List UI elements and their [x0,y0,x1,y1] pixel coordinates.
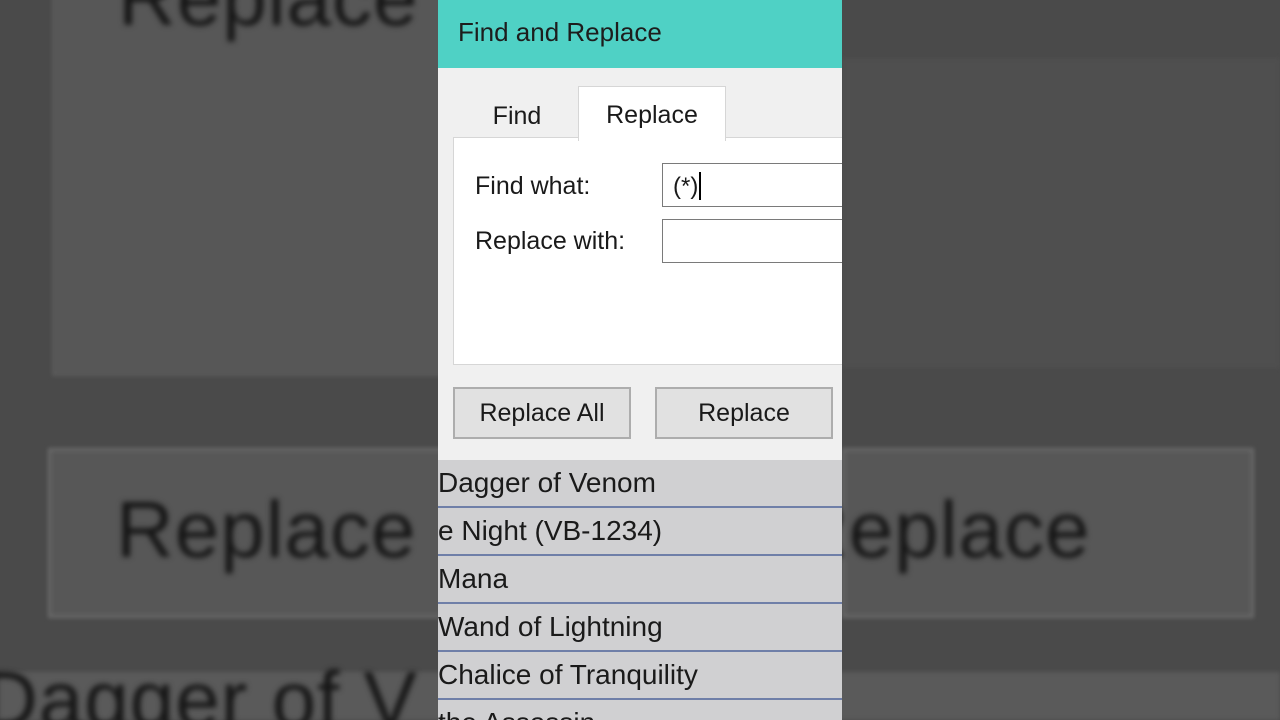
replace-all-button[interactable]: Replace All [453,387,631,439]
background-ghost-text-top: Replace [118,0,419,44]
tab-find[interactable]: Find [456,90,579,138]
replace-tab-panel: Find what: (*) Replace with: [453,137,842,365]
list-item[interactable]: Mana [438,556,842,604]
find-what-value: (*) [673,173,699,200]
tab-replace[interactable]: Replace [578,86,726,141]
replace-label: Replace [698,399,790,427]
tab-replace-label: Replace [606,101,698,129]
tab-strip: Find Replace [438,68,842,141]
list-item[interactable]: Dagger of Venom [438,460,842,508]
list-item-text: Wand of Lightning [438,611,663,642]
background-panel [52,0,456,376]
find-what-input[interactable]: (*) [662,163,842,207]
list-item[interactable]: the Assassin [438,700,842,720]
list-item[interactable]: Wand of Lightning [438,604,842,652]
list-item-text: Dagger of Venom [438,467,656,498]
list-item[interactable]: e Night (VB-1234) [438,508,842,556]
list-item-text: Chalice of Tranquility [438,659,698,690]
item-list: Dagger of Venom e Night (VB-1234) Mana W… [438,460,842,720]
find-what-label: Find what: [475,172,591,200]
replace-button[interactable]: Replace [655,387,833,439]
replace-all-label: Replace All [479,399,605,427]
text-caret [699,171,702,200]
background-panel-right [842,58,1280,368]
list-item-text: the Assassin [438,707,595,720]
list-item-text: Mana [438,563,509,594]
list-item[interactable]: Chalice of Tranquility [438,652,842,700]
center-column: Find and Replace Find Replace Find what:… [438,0,842,720]
find-replace-dialog: Find and Replace Find Replace Find what:… [438,0,842,462]
replace-with-label: Replace with: [475,227,626,255]
background-ghost-text-bottom: Dagger of V [0,655,418,720]
background-ghost-text-left: Replace [116,485,417,574]
dialog-title: Find and Replace [458,17,662,47]
tab-find-label: Find [492,102,542,130]
replace-with-input[interactable] [662,219,842,263]
dialog-titlebar[interactable]: Find and Replace [438,0,842,68]
list-item-text: e Night (VB-1234) [438,515,663,546]
